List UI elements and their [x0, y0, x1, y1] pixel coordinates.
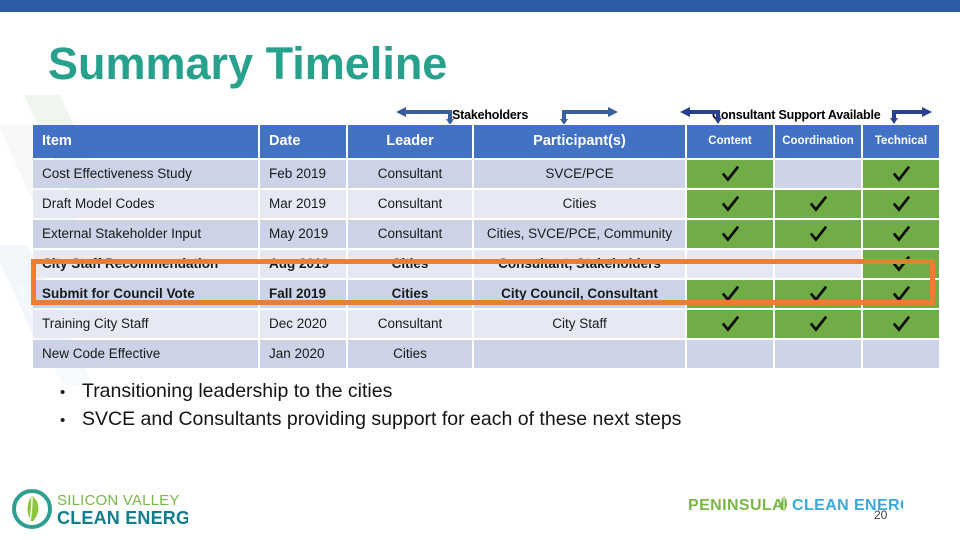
list-item: • Transitioning leadership to the cities	[60, 378, 920, 406]
bullet-text: Transitioning leadership to the cities	[82, 380, 393, 402]
cell-date: Jan 2020	[260, 340, 346, 368]
bullet-marker-icon: •	[60, 412, 66, 429]
table-header-row: Item Date Leader Participant(s) Content …	[33, 125, 939, 158]
cell-participants: Consultant, Stakeholders	[474, 250, 685, 278]
cell-content-empty	[687, 250, 773, 278]
checkmark-icon	[721, 195, 739, 213]
cell-item: City Staff Recommendation	[33, 250, 258, 278]
cell-participants	[474, 340, 685, 368]
cell-technical-checked	[863, 310, 939, 338]
cell-leader: Cities	[348, 250, 472, 278]
table-row: Training City Staff Dec 2020 Consultant Cit…	[33, 310, 939, 338]
cell-technical-checked	[863, 250, 939, 278]
cell-leader: Consultant	[348, 310, 472, 338]
table-header: Item Date Leader Participant(s) Content …	[33, 125, 939, 158]
cell-item: External Stakeholder Input	[33, 220, 258, 248]
table-row: Draft Model Codes Mar 2019 Consultant Citie…	[33, 190, 939, 218]
cell-content-empty	[687, 340, 773, 368]
cell-leader: Consultant	[348, 220, 472, 248]
cell-coordination-empty	[775, 250, 861, 278]
checkmark-icon	[809, 225, 827, 243]
col-header-content: Content	[687, 125, 773, 158]
checkmark-icon	[721, 315, 739, 333]
checkmark-icon	[892, 255, 910, 273]
checkmark-icon	[892, 315, 910, 333]
checkmark-icon	[892, 165, 910, 183]
cell-technical-checked	[863, 220, 939, 248]
checkmark-icon	[809, 315, 827, 333]
page-title: Summary Timeline	[48, 38, 448, 89]
cell-coordination-empty	[775, 340, 861, 368]
checkmark-icon	[892, 195, 910, 213]
summary-timeline-table: Item Date Leader Participant(s) Content …	[31, 123, 941, 370]
cell-leader: Consultant	[348, 190, 472, 218]
table-row: Submit for Council Vote Fall 2019 Cities Ci…	[33, 280, 939, 308]
checkmark-icon	[809, 195, 827, 213]
table-row: City Staff Recommendation Aug 2019 Cities C…	[33, 250, 939, 278]
cell-participants: SVCE/PCE	[474, 160, 685, 188]
cell-coordination-checked	[775, 190, 861, 218]
consultant-support-span-arrows	[680, 107, 932, 124]
cell-coordination-empty	[775, 160, 861, 188]
cell-date: May 2019	[260, 220, 346, 248]
cell-participants: City Council, Consultant	[474, 280, 685, 308]
table-row: External Stakeholder Input May 2019 Consul…	[33, 220, 939, 248]
bullet-marker-icon: •	[60, 384, 66, 401]
table-row: New Code Effective Jan 2020 Cities	[33, 340, 939, 368]
checkmark-icon	[721, 285, 739, 303]
checkmark-icon	[721, 165, 739, 183]
col-header-leader: Leader	[348, 125, 472, 158]
cell-date: Mar 2019	[260, 190, 346, 218]
checkmark-icon	[892, 285, 910, 303]
pce-logo: PENINSULA CLEAN ENERGY	[688, 492, 924, 523]
table-row: Cost Effectiveness Study Feb 2019 Consulta…	[33, 160, 939, 188]
cell-content-checked	[687, 160, 773, 188]
cell-item: Training City Staff	[33, 310, 258, 338]
cell-date: Aug 2019	[260, 250, 346, 278]
cell-coordination-checked	[775, 310, 861, 338]
cell-content-checked	[687, 310, 773, 338]
cell-content-checked	[687, 220, 773, 248]
cell-technical-checked	[863, 190, 939, 218]
col-header-date: Date	[260, 125, 346, 158]
cell-technical-checked	[863, 280, 939, 308]
cell-content-checked	[687, 190, 773, 218]
checkmark-icon	[721, 225, 739, 243]
col-header-coordination: Coordination	[775, 125, 861, 158]
cell-leader: Consultant	[348, 160, 472, 188]
cell-date: Fall 2019	[260, 280, 346, 308]
cell-leader: Cities	[348, 280, 472, 308]
page-number: 20	[874, 508, 888, 522]
cell-item: Submit for Council Vote	[33, 280, 258, 308]
col-header-participants: Participant(s)	[474, 125, 685, 158]
cell-coordination-checked	[775, 280, 861, 308]
col-header-technical: Technical	[863, 125, 939, 158]
col-header-item: Item	[33, 125, 258, 158]
list-item: • SVCE and Consultants providing support …	[60, 406, 920, 434]
cell-coordination-checked	[775, 220, 861, 248]
checkmark-icon	[892, 225, 910, 243]
stakeholders-span-arrows	[396, 107, 618, 124]
table-body: Cost Effectiveness Study Feb 2019 Consulta…	[33, 160, 939, 368]
cell-item: Cost Effectiveness Study	[33, 160, 258, 188]
cell-content-checked	[687, 280, 773, 308]
pce-logo-line1: PENINSULA	[688, 497, 784, 514]
svce-logo-line1: SILICON VALLEY	[57, 492, 180, 509]
cell-leader: Cities	[348, 340, 472, 368]
cell-item: New Code Effective	[33, 340, 258, 368]
cell-participants: Cities	[474, 190, 685, 218]
svce-logo: SILICON VALLEY CLEAN ENERGY	[10, 486, 202, 537]
cell-participants: City Staff	[474, 310, 685, 338]
cell-technical-empty	[863, 340, 939, 368]
bullet-text: SVCE and Consultants providing support f…	[82, 408, 682, 430]
bullet-list: • Transitioning leadership to the cities …	[60, 378, 920, 434]
cell-technical-checked	[863, 160, 939, 188]
cell-participants: Cities, SVCE/PCE, Community	[474, 220, 685, 248]
cell-item: Draft Model Codes	[33, 190, 258, 218]
checkmark-icon	[809, 285, 827, 303]
top-accent-bar	[0, 0, 960, 12]
svce-logo-line2: CLEAN ENERGY	[57, 508, 188, 528]
cell-date: Dec 2020	[260, 310, 346, 338]
cell-date: Feb 2019	[260, 160, 346, 188]
